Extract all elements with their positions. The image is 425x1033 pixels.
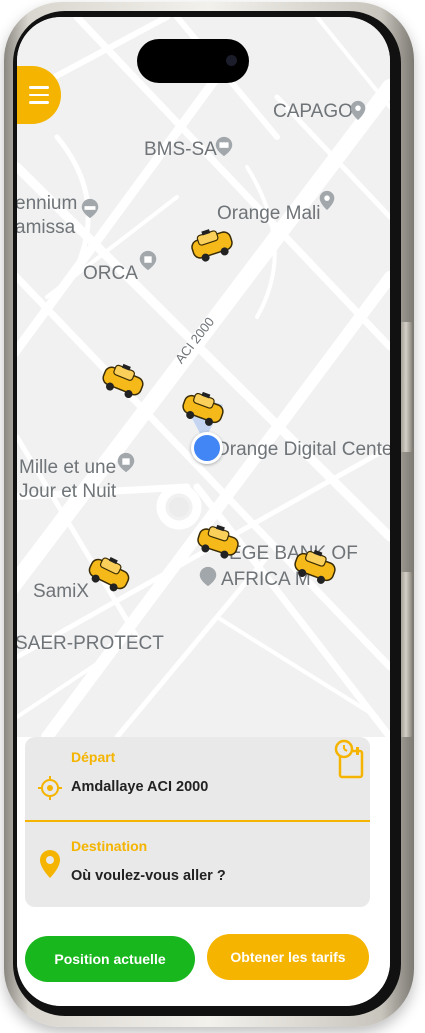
poi-orca: ORCA [83, 263, 138, 284]
poi-millennium-1: ennium [17, 193, 78, 214]
crosshair-icon [38, 776, 62, 800]
map-roads [17, 17, 390, 737]
phone-side-button [400, 322, 412, 452]
current-position-button[interactable]: Position actuelle [25, 936, 195, 982]
phone-side-button-lower [400, 572, 412, 737]
depart-value[interactable]: Amdallaye ACI 2000 [71, 779, 208, 795]
poi-orange-mali: Orange Mali [217, 203, 321, 224]
app-screen: CAPAGO BMS-SA ennium amissa Orange Mali … [17, 17, 390, 1006]
hotel-pin-icon [81, 198, 99, 219]
map-view[interactable]: CAPAGO BMS-SA ennium amissa Orange Mali … [17, 17, 390, 737]
map-pin-icon [319, 190, 335, 211]
poi-orange-digital-center: Orange Digital Center [215, 439, 390, 460]
building-pin-icon [215, 136, 233, 157]
get-rates-button[interactable]: Obtener les tarifs [207, 934, 369, 980]
shopping-pin-icon [117, 452, 135, 473]
depart-label: Départ [71, 749, 116, 765]
destination-input[interactable]: Où voulez-vous aller ? [71, 868, 226, 884]
poi-saer-protect: SAER-PROTECT [17, 633, 164, 654]
map-pin-icon [350, 100, 366, 121]
poi-bms-sa: BMS-SA [144, 139, 217, 160]
destination-label: Destination [71, 838, 148, 854]
poi-mille-et-une-1: Mille et une [19, 457, 117, 478]
bank-pin-icon [199, 566, 217, 587]
map-pin-icon [40, 850, 60, 878]
poi-samix: SamiX [33, 581, 89, 602]
card-divider [25, 820, 370, 822]
poi-millennium-2: amissa [17, 217, 76, 238]
current-location-marker [191, 432, 223, 464]
poi-capago: CAPAGO [273, 101, 353, 122]
poi-mille-et-une-2: Jour et Nuit [19, 481, 117, 502]
calendar-clock-icon[interactable] [334, 737, 366, 781]
trip-card: Départ Amdallaye ACI 2000 Destination Où… [25, 737, 370, 907]
shopping-pin-icon [139, 250, 157, 271]
booking-panel: Départ Amdallaye ACI 2000 Destination Où… [17, 737, 390, 1006]
dynamic-island [137, 39, 249, 83]
